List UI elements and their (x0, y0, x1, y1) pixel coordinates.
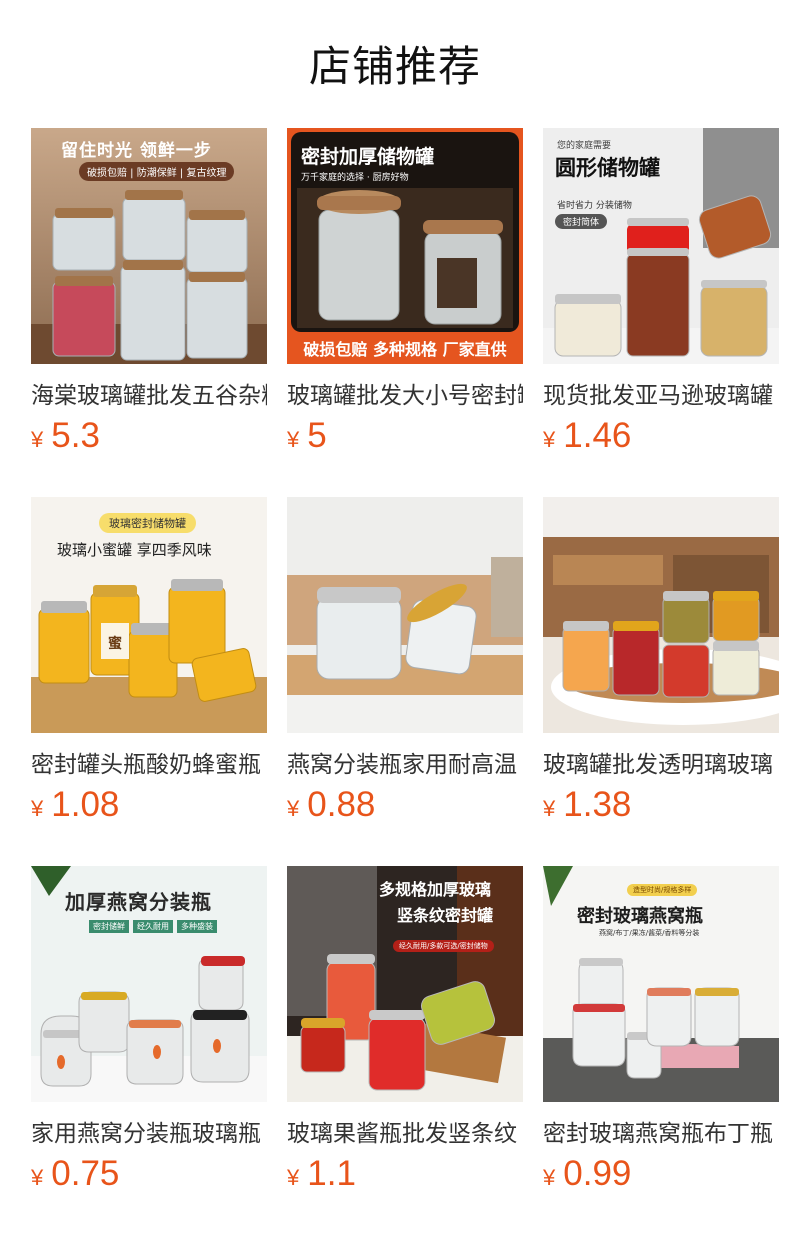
product-image[interactable] (543, 497, 779, 733)
overlay-tag: 经久耐用 (133, 920, 173, 933)
product-card[interactable]: 留住时光 领鲜一步 破损包赔 | 防潮保鲜 | 复古纹理 海棠玻璃罐批发五谷杂粮… (31, 128, 267, 497)
currency-symbol: ¥ (543, 1165, 556, 1190)
product-price: 5.3 (51, 416, 100, 455)
overlay-tags: 密封储鲜 经久耐用 多种盛装 (89, 920, 217, 933)
product-image[interactable]: 造型时尚/规格多样 密封玻璃燕窝瓶 燕窝/布丁/果冻/酱菜/香料等分装 (543, 866, 779, 1102)
overlay-sub: 省时省力 分装储物 (557, 201, 632, 211)
currency-symbol: ¥ (31, 1165, 44, 1190)
product-title[interactable]: 燕窝分装瓶家用耐高温 (287, 747, 523, 783)
overlay-sub: 经久耐用/多款可选/密封储物 (393, 940, 494, 952)
currency-symbol: ¥ (31, 796, 44, 821)
currency-symbol: ¥ (31, 427, 44, 452)
currency-symbol: ¥ (543, 427, 556, 452)
overlay-heading: 玻璃小蜜罐 享四季风味 (57, 541, 212, 559)
product-price: 0.75 (51, 1154, 120, 1193)
product-price: 1.1 (307, 1154, 356, 1193)
overlay-tag: 密封储鲜 (89, 920, 129, 933)
overlay-footer: 破损包赔 多种规格 厂家直供 (303, 340, 507, 359)
product-title[interactable]: 密封罐头瓶酸奶蜂蜜瓶 (31, 747, 267, 783)
price-row: ¥ 5.3 (31, 416, 267, 456)
currency-symbol: ¥ (287, 1165, 300, 1190)
product-image[interactable]: 多规格加厚玻璃 竖条纹密封罐 经久耐用/多款可选/密封储物 (287, 866, 523, 1102)
overlay-heading-2: 竖条纹密封罐 (397, 906, 494, 925)
product-image[interactable] (287, 497, 523, 733)
overlay-tag: 多种盛装 (177, 920, 217, 933)
product-price: 0.99 (563, 1154, 632, 1193)
price-row: ¥ 1.1 (287, 1154, 523, 1194)
price-row: ¥ 0.99 (543, 1154, 779, 1194)
overlay-heading: 加厚燕窝分装瓶 (65, 890, 212, 914)
product-price: 1.46 (563, 416, 632, 455)
product-image[interactable]: 留住时光 领鲜一步 破损包赔 | 防潮保鲜 | 复古纹理 (31, 128, 267, 364)
product-title[interactable]: 现货批发亚马逊玻璃罐 (543, 378, 779, 414)
product-card[interactable]: 您的家庭需要 圆形储物罐 省时省力 分装储物 密封简体 现货批发亚马逊玻璃罐 ¥… (543, 128, 779, 497)
product-card[interactable]: 玻璃罐批发透明璃玻璃 ¥ 1.38 (543, 497, 779, 866)
product-card[interactable]: 加厚燕窝分装瓶 密封储鲜 经久耐用 多种盛装 家用燕窝分装瓶玻璃瓶 ¥ 0.75 (31, 866, 267, 1234)
currency-symbol: ¥ (287, 427, 300, 452)
currency-symbol: ¥ (543, 796, 556, 821)
product-card[interactable]: 燕窝分装瓶家用耐高温 ¥ 0.88 (287, 497, 523, 866)
product-card[interactable]: 多规格加厚玻璃 竖条纹密封罐 经久耐用/多款可选/密封储物 玻璃果酱瓶批发竖条纹… (287, 866, 523, 1234)
product-card[interactable]: 密封加厚储物罐 万千家庭的选择 · 厨房好物 破损包赔 多种规格 厂家直供 玻璃… (287, 128, 523, 497)
store-recommend-page: 店铺推荐 留住时光 领鲜一步 破损包赔 | 防潮保鲜 | 复古纹理 海棠玻璃罐批… (0, 0, 790, 1234)
product-price: 5 (307, 416, 327, 455)
page-title: 店铺推荐 (308, 42, 481, 91)
overlay-badge: 密封简体 (555, 214, 608, 229)
overlay-tags: 破损包赔 | 防潮保鲜 | 复古纹理 (79, 162, 235, 181)
overlay-badge: 造型时尚/规格多样 (627, 884, 698, 896)
product-title[interactable]: 海棠玻璃罐批发五谷杂粮 (31, 378, 267, 414)
overlay-heading: 密封加厚储物罐 (301, 146, 435, 168)
overlay-heading: 留住时光 领鲜一步 (61, 141, 212, 161)
product-price: 0.88 (307, 785, 376, 824)
overlay-sub: 燕窝/布丁/果冻/酱菜/香料等分装 (599, 929, 700, 937)
price-row: ¥ 1.46 (543, 416, 779, 456)
product-image[interactable]: 密封加厚储物罐 万千家庭的选择 · 厨房好物 破损包赔 多种规格 厂家直供 (287, 128, 523, 364)
overlay-badge: 玻璃密封储物罐 (99, 513, 196, 533)
product-title[interactable]: 玻璃罐批发透明璃玻璃 (543, 747, 779, 783)
price-row: ¥ 0.75 (31, 1154, 267, 1194)
overlay-heading-1: 多规格加厚玻璃 (379, 880, 492, 899)
product-image[interactable]: 您的家庭需要 圆形储物罐 省时省力 分装储物 密封简体 (543, 128, 779, 364)
overlay-jar-label: 蜜 (108, 636, 122, 652)
price-row: ¥ 1.08 (31, 785, 267, 825)
product-title[interactable]: 家用燕窝分装瓶玻璃瓶 (31, 1116, 267, 1152)
product-title[interactable]: 玻璃罐批发大小号密封罐 (287, 378, 523, 414)
overlay-heading: 密封玻璃燕窝瓶 (577, 906, 703, 927)
price-row: ¥ 5 (287, 416, 523, 456)
currency-symbol: ¥ (287, 796, 300, 821)
price-row: ¥ 0.88 (287, 785, 523, 825)
product-title[interactable]: 密封玻璃燕窝瓶布丁瓶 (543, 1116, 779, 1152)
product-grid: 留住时光 领鲜一步 破损包赔 | 防潮保鲜 | 复古纹理 海棠玻璃罐批发五谷杂粮… (31, 128, 779, 1234)
overlay-sub: 万千家庭的选择 · 厨房好物 (301, 173, 409, 183)
overlay-heading: 圆形储物罐 (555, 156, 660, 180)
product-image[interactable]: 玻璃密封储物罐 玻璃小蜜罐 享四季风味 蜜 (31, 497, 267, 733)
price-row: ¥ 1.38 (543, 785, 779, 825)
overlay-top: 您的家庭需要 (557, 141, 612, 151)
product-price: 1.38 (563, 785, 632, 824)
product-image[interactable]: 加厚燕窝分装瓶 密封储鲜 经久耐用 多种盛装 (31, 866, 267, 1102)
product-price: 1.08 (51, 785, 120, 824)
product-title[interactable]: 玻璃果酱瓶批发竖条纹 (287, 1116, 523, 1152)
product-card[interactable]: 造型时尚/规格多样 密封玻璃燕窝瓶 燕窝/布丁/果冻/酱菜/香料等分装 密封玻璃… (543, 866, 779, 1234)
product-card[interactable]: 玻璃密封储物罐 玻璃小蜜罐 享四季风味 蜜 密封罐头瓶酸奶蜂蜜瓶 ¥ 1.08 (31, 497, 267, 866)
